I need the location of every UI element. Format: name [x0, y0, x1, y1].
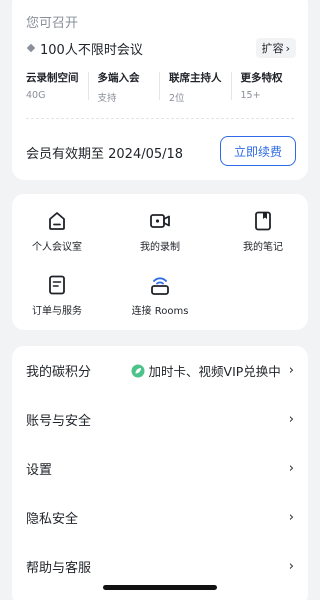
feature-name: 联席主持人 [169, 72, 222, 84]
feature-item[interactable]: 多端入会 支持 [87, 70, 160, 104]
membership-expiry: 会员有效期至 2024/05/18 [26, 147, 184, 162]
list-item-label: 帮助与客服 [26, 561, 92, 576]
list-item-right: › [289, 461, 294, 476]
diamond-icon [26, 43, 36, 53]
notes-icon [255, 211, 271, 231]
carbon-promo-text: 加时卡、视频VIP兑换中 [148, 364, 281, 379]
list-item-right: › [289, 559, 294, 574]
feature-name: 云录制空间 [26, 72, 79, 84]
feature-item[interactable]: 更多特权 15+ [230, 70, 303, 104]
feature-value: 支持 [97, 93, 117, 104]
feature-name: 多端入会 [97, 72, 140, 84]
shortcut-label: 个人会议室 [32, 242, 82, 253]
shortcut-label: 我的笔记 [243, 242, 283, 253]
recording-icon [150, 214, 170, 228]
shortcut-label: 连接 Rooms [131, 306, 189, 317]
list-item-label: 隐私安全 [26, 512, 79, 527]
list-item-label: 账号与安全 [26, 414, 92, 429]
expand-label: 扩容 [261, 42, 284, 55]
shortcut-label: 我的录制 [140, 242, 180, 253]
renew-button[interactable]: 立即续费 [220, 136, 296, 166]
feature-item[interactable]: 云录制空间 40G [26, 70, 88, 104]
feature-value: 40G [26, 90, 46, 101]
shortcut-label: 订单与服务 [32, 306, 82, 317]
plan-row: 100人不限时会议 扩容 › [26, 38, 296, 58]
list-item-label: 我的碳积分 [26, 365, 92, 380]
settings-list: 我的碳积分 加时卡、视频VIP兑换中 › 账号与安全 › 设置 › 隐私安全 › [12, 346, 308, 600]
list-item-help[interactable]: 帮助与客服 › [12, 542, 308, 591]
list-item-right: › [289, 412, 294, 427]
shortcut-rooms[interactable]: 连接 Rooms [115, 274, 205, 317]
feature-value: 2位 [169, 93, 185, 104]
shortcut-orders[interactable]: 订单与服务 [12, 274, 102, 317]
list-item-privacy[interactable]: 隐私安全 › [12, 493, 308, 542]
feature-name: 更多特权 [240, 72, 283, 84]
chevron-right-icon: › [288, 363, 294, 378]
membership-card: 您可召开 100人不限时会议 扩容 › 云录制空间 40G 多端入会 支持 联席… [12, 0, 308, 180]
list-item-carbon-points[interactable]: 我的碳积分 加时卡、视频VIP兑换中 › [12, 346, 308, 395]
chevron-right-icon: › [288, 412, 294, 427]
shortcut-recording[interactable]: 我的录制 [115, 210, 205, 253]
shortcut-notes[interactable]: 我的笔记 [218, 210, 308, 253]
chevron-right-icon: › [288, 559, 294, 574]
membership-title: 您可召开 [26, 16, 79, 31]
feature-value: 15+ [240, 90, 261, 101]
list-item-right: › [289, 510, 294, 525]
shortcut-grid: 个人会议室 我的录制 我的笔记 订单与服务 连接 Rooms [12, 194, 308, 330]
feature-item[interactable]: 联席主持人 2位 [159, 70, 231, 104]
list-item-label: 设置 [26, 463, 53, 478]
orders-icon [49, 275, 65, 295]
chevron-right-icon: › [285, 41, 290, 55]
chevron-right-icon: › [288, 510, 294, 525]
feature-list: 云录制空间 40G 多端入会 支持 联席主持人 2位 更多特权 15+ [26, 70, 302, 104]
expand-button[interactable]: 扩容 › [255, 38, 296, 58]
personal-room-icon [49, 212, 65, 230]
plan-name: 100人不限时会议 [40, 42, 143, 58]
leaf-icon [131, 364, 145, 377]
list-item-right: 加时卡、视频VIP兑换中 › [131, 361, 294, 380]
carbon-promo: 加时卡、视频VIP兑换中 [131, 361, 281, 380]
list-item-settings[interactable]: 设置 › [12, 444, 308, 493]
rooms-icon [151, 277, 169, 295]
divider [26, 118, 294, 119]
list-item-account-security[interactable]: 账号与安全 › [12, 395, 308, 444]
shortcut-personal-room[interactable]: 个人会议室 [12, 210, 102, 253]
chevron-right-icon: › [288, 461, 294, 476]
home-indicator[interactable] [103, 585, 217, 590]
